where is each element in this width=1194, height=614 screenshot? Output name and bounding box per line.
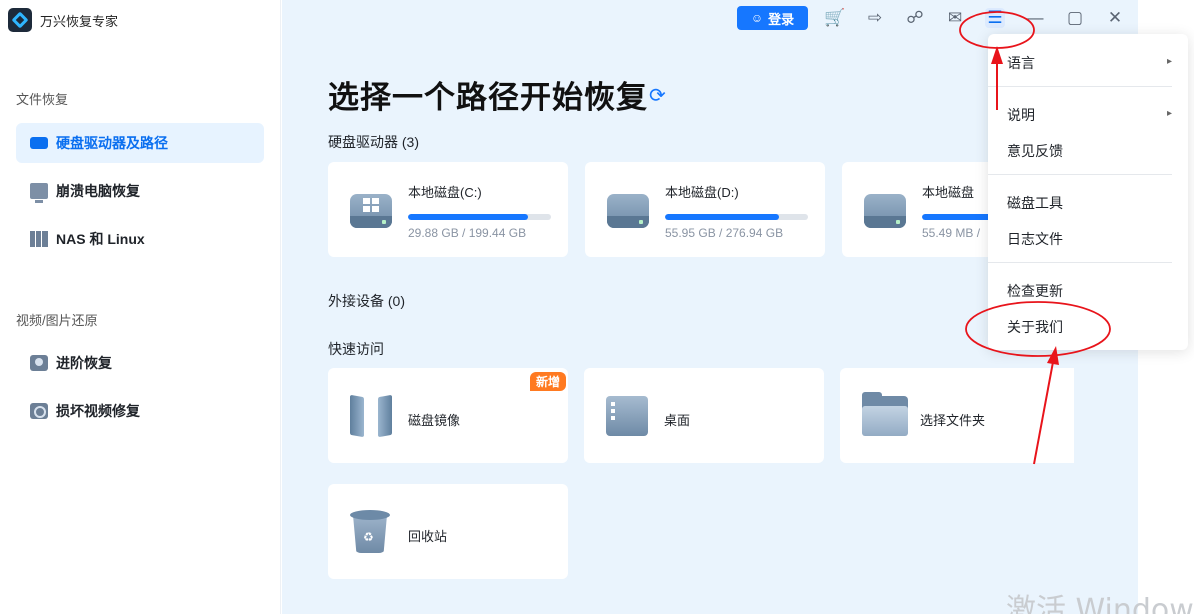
external-header: 外接设备 (0) <box>328 293 405 309</box>
section-video-photo: 视频/图片还原 <box>16 313 98 328</box>
sidebar-item-label: 进阶恢复 <box>56 355 112 371</box>
computer-icon <box>30 183 48 203</box>
chevron-right-icon: ▸ <box>1166 56 1172 67</box>
recycle-bin-icon: ♻ <box>350 510 390 554</box>
chevron-right-icon: ▸ <box>1166 108 1172 119</box>
menu-icon[interactable]: ☰ <box>985 8 1005 28</box>
quick-label: 桌面 <box>664 413 691 428</box>
menu-item-about[interactable]: 关于我们 <box>1007 317 1063 337</box>
menu-divider <box>988 174 1172 175</box>
drive-name: 本地磁盘(C:) <box>408 185 482 200</box>
sidebar-item-label: 硬盘驱动器及路径 <box>56 135 168 151</box>
hard-drive-icon <box>864 188 906 230</box>
app-logo-icon <box>8 8 32 32</box>
drive-name: 本地磁盘 <box>922 185 975 200</box>
section-file-recovery: 文件恢复 <box>16 92 69 107</box>
quick-desktop[interactable]: 桌面 <box>584 368 824 463</box>
menu-item-help[interactable]: 说明 <box>1007 105 1035 125</box>
hard-drive-icon <box>30 137 48 149</box>
maximize-icon[interactable]: ▢ <box>1065 8 1085 28</box>
user-icon: ☺ <box>750 11 764 25</box>
quick-label: 选择文件夹 <box>920 413 986 428</box>
quick-recycle-bin[interactable]: ♻ 回收站 <box>328 484 568 579</box>
drive-name: 本地磁盘(D:) <box>665 185 739 200</box>
drive-size: 55.95 GB / 276.94 GB <box>665 226 784 240</box>
close-icon[interactable]: ✕ <box>1105 8 1125 28</box>
new-badge: 新增 <box>530 372 567 391</box>
sidebar-item-advanced-recovery[interactable]: 进阶恢复 <box>16 343 264 383</box>
quick-header: 快速访问 <box>328 341 384 357</box>
login-label: 登录 <box>768 11 795 27</box>
menu-item-log-files[interactable]: 日志文件 <box>1007 229 1063 249</box>
camera-icon <box>30 355 48 371</box>
refresh-icon[interactable]: ⟳ <box>649 83 666 108</box>
menu-item-disk-tools[interactable]: 磁盘工具 <box>1007 193 1063 213</box>
drive-size: 29.88 GB / 199.44 GB <box>408 226 527 240</box>
quick-label: 回收站 <box>408 529 448 544</box>
page-title: 选择一个路径开始恢复 <box>328 80 648 115</box>
sidebar-item-nas[interactable]: NAS 和 Linux <box>16 219 264 259</box>
minimize-icon[interactable]: — <box>1025 8 1045 28</box>
cart-icon[interactable]: 🛒 <box>824 8 845 28</box>
disk-image-icon <box>350 394 394 438</box>
login-button[interactable]: ☺ 登录 <box>737 6 808 30</box>
menu-divider <box>988 262 1172 263</box>
app-name: 万兴恢复专家 <box>40 13 119 29</box>
sidebar-item-label: 崩溃电脑恢复 <box>56 183 140 199</box>
sidebar-item-label: NAS 和 Linux <box>56 231 145 247</box>
drive-size: 55.49 MB / <box>922 226 981 240</box>
menu-item-language[interactable]: 语言 <box>1007 53 1035 73</box>
drive-card-d[interactable]: 本地磁盘(D:) 55.95 GB / 276.94 GB <box>585 162 825 257</box>
app-title: 万兴恢复专家 <box>8 8 118 32</box>
quick-select-folder[interactable]: 选择文件夹 <box>840 368 1074 463</box>
hard-drive-icon <box>607 188 649 230</box>
sidebar-item-video-repair[interactable]: 损坏视频修复 <box>16 391 264 431</box>
drive-usage-bar <box>408 214 551 220</box>
headset-icon[interactable]: ☍ <box>905 8 925 28</box>
menu-item-check-update[interactable]: 检查更新 <box>1007 281 1063 301</box>
folder-icon <box>862 392 908 436</box>
drive-card-c[interactable]: 本地磁盘(C:) 29.88 GB / 199.44 GB <box>328 162 568 257</box>
quick-label: 磁盘镜像 <box>408 413 461 428</box>
mail-icon[interactable]: ✉ <box>945 8 965 28</box>
desktop-icon <box>606 396 648 436</box>
video-repair-icon <box>30 403 48 419</box>
menu-item-feedback[interactable]: 意见反馈 <box>1007 141 1063 161</box>
sidebar: 万兴恢复专家 文件恢复 硬盘驱动器及路径 崩溃电脑恢复 NAS 和 Linux … <box>0 0 281 614</box>
windows-drive-icon <box>350 188 392 230</box>
drives-header: 硬盘驱动器 (3) <box>328 134 419 150</box>
settings-menu: 语言 ▸ 说明 ▸ 意见反馈 磁盘工具 日志文件 检查更新 关于我们 <box>988 34 1188 350</box>
sidebar-item-label: 损坏视频修复 <box>56 403 140 419</box>
nas-icon <box>30 231 48 247</box>
menu-divider <box>988 86 1172 87</box>
activation-watermark: 激活 Window <box>1006 593 1194 614</box>
sidebar-item-hard-drive[interactable]: 硬盘驱动器及路径 <box>16 123 264 163</box>
sign-in-icon[interactable]: ⇨ <box>865 8 885 28</box>
drive-usage-bar <box>665 214 808 220</box>
sidebar-item-crashed-pc[interactable]: 崩溃电脑恢复 <box>16 171 264 211</box>
